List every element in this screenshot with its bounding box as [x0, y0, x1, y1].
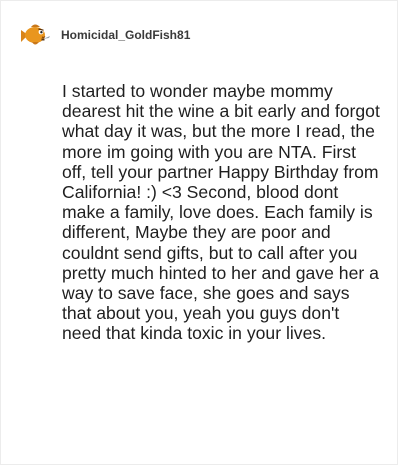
- goldfish-avatar-icon: [21, 24, 50, 45]
- avatar[interactable]: [15, 16, 53, 54]
- comment-card: Homicidal_GoldFish81 I started to wonder…: [0, 0, 398, 465]
- comment-header: Homicidal_GoldFish81: [15, 15, 190, 55]
- comment-body: I started to wonder maybe mommy dearest …: [62, 81, 380, 344]
- author-username[interactable]: Homicidal_GoldFish81: [61, 28, 190, 42]
